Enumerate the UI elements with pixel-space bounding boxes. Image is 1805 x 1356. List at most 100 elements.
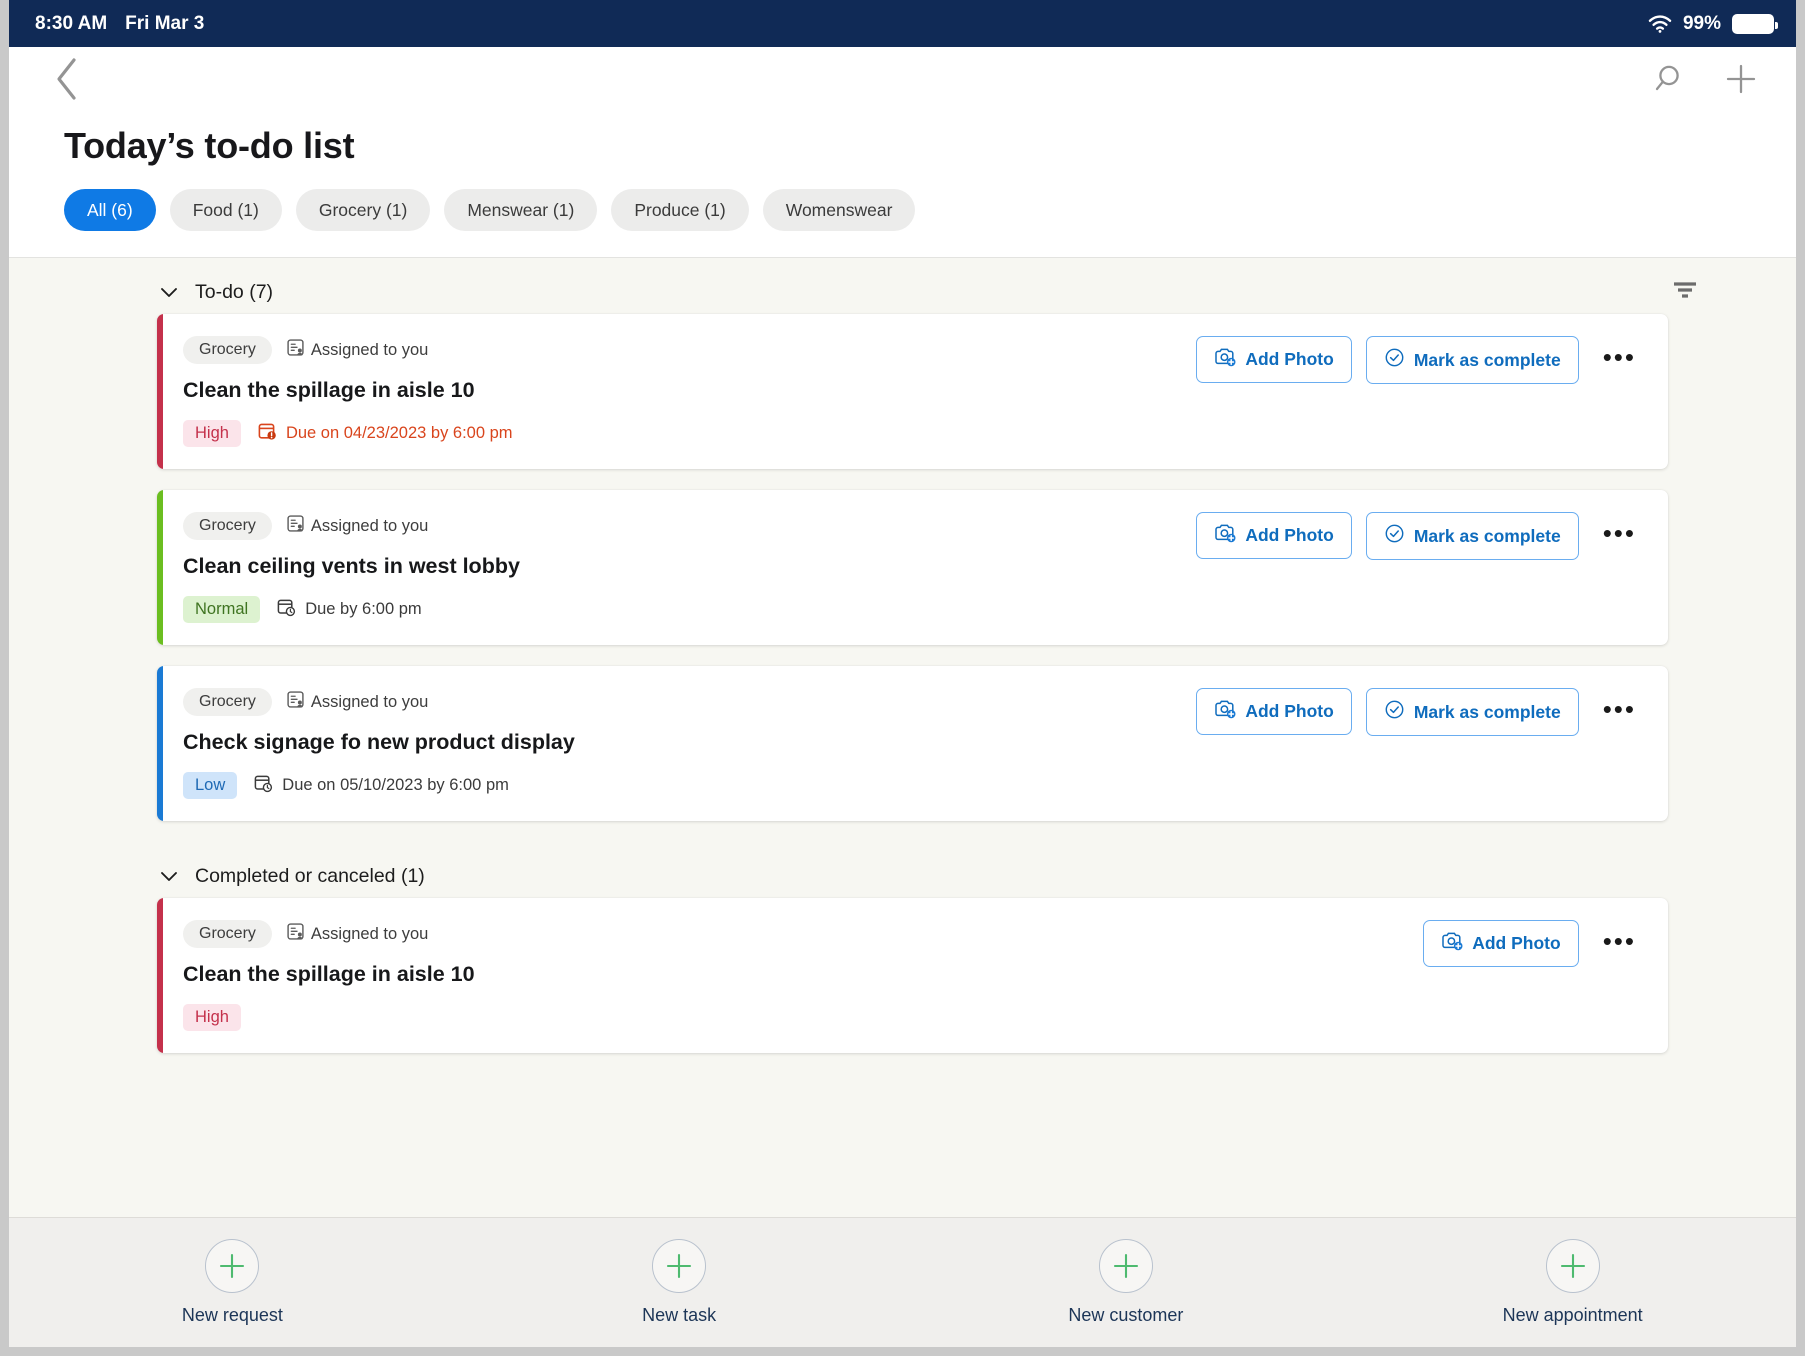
mark-complete-label: Mark as complete xyxy=(1413,349,1561,370)
plus-circle-icon xyxy=(1545,1239,1600,1293)
chip-womenswear[interactable]: Womenswear xyxy=(762,189,916,231)
chip-label: Menswear (1) xyxy=(467,199,575,220)
new-appointment-label: New appointment xyxy=(1502,1305,1643,1325)
priority-accent-bar xyxy=(157,490,163,645)
add-photo-label: Add Photo xyxy=(1245,701,1334,721)
chip-produce[interactable]: Produce (1) xyxy=(611,189,749,231)
due-date: Due by 6:00 pm xyxy=(276,597,422,622)
plus-circle-icon xyxy=(1098,1239,1153,1293)
task-title: Clean ceiling vents in west lobby xyxy=(183,554,520,578)
assigned-task-icon xyxy=(286,338,305,362)
camera-add-icon xyxy=(1214,523,1236,548)
overflow-menu-button[interactable]: ••• xyxy=(1593,338,1642,376)
plus-circle-icon xyxy=(652,1239,707,1293)
back-button[interactable] xyxy=(53,55,95,107)
calendar-clock-icon xyxy=(276,597,296,622)
battery-percent-label: 99% xyxy=(1682,12,1721,34)
completed-card-list: Grocery Assigned to you Clean the spilla… xyxy=(157,898,1668,1053)
assignment-text: Assigned to you xyxy=(310,340,429,359)
battery-icon xyxy=(1732,13,1778,34)
assignment-text: Assigned to you xyxy=(310,692,429,711)
assignment-label: Assigned to you xyxy=(286,690,428,714)
mark-complete-label: Mark as complete xyxy=(1413,525,1561,546)
chevron-down-icon[interactable] xyxy=(157,864,181,888)
overflow-menu-button[interactable]: ••• xyxy=(1593,690,1642,728)
task-card[interactable]: Grocery Assig xyxy=(157,314,1668,469)
mark-complete-button[interactable]: Mark as complete xyxy=(1365,512,1579,560)
new-task-label: New task xyxy=(642,1305,717,1325)
due-date: Due on 05/10/2023 by 6:00 pm xyxy=(253,773,509,798)
add-button[interactable] xyxy=(1724,62,1758,101)
priority-accent-bar xyxy=(157,666,163,821)
check-circle-icon xyxy=(1384,347,1405,373)
chip-label: Womenswear xyxy=(785,199,893,220)
status-bar-date: Fri Mar 3 xyxy=(125,12,205,34)
overflow-menu-button[interactable]: ••• xyxy=(1593,514,1642,552)
due-date-text: Due on 05/10/2023 by 6:00 pm xyxy=(282,776,509,794)
status-bar-time: 8:30 AM xyxy=(35,12,108,34)
camera-add-icon xyxy=(1214,347,1236,372)
priority-badge: High xyxy=(183,1004,241,1031)
chip-label: Food (1) xyxy=(192,199,259,220)
task-card[interactable]: Grocery Assig xyxy=(157,666,1668,821)
new-customer-label: New customer xyxy=(1068,1305,1184,1325)
task-card[interactable]: Grocery Assig xyxy=(157,898,1668,1053)
app-header: Today’s to-do list All (6) Food (1) Groc… xyxy=(9,47,1796,258)
chevron-down-icon[interactable] xyxy=(157,280,181,304)
new-request-button[interactable]: New request xyxy=(9,1239,456,1326)
add-photo-label: Add Photo xyxy=(1245,349,1334,369)
add-photo-label: Add Photo xyxy=(1472,933,1561,953)
task-card[interactable]: Grocery Assig xyxy=(157,490,1668,645)
overflow-menu-button[interactable]: ••• xyxy=(1593,922,1642,960)
mark-complete-button[interactable]: Mark as complete xyxy=(1365,688,1579,736)
todo-card-list: Grocery Assigned to you Clean the spilla… xyxy=(157,314,1668,821)
task-title: Clean the spillage in aisle 10 xyxy=(183,378,475,402)
mark-complete-label: Mark as complete xyxy=(1413,701,1561,722)
priority-accent-bar xyxy=(157,898,163,1053)
mark-complete-button[interactable]: Mark as complete xyxy=(1365,336,1579,384)
plus-icon xyxy=(1724,62,1758,101)
check-circle-icon xyxy=(1384,523,1405,549)
new-customer-button[interactable]: New customer xyxy=(903,1239,1350,1326)
chip-label: Grocery (1) xyxy=(318,199,408,220)
calendar-clock-icon xyxy=(253,773,273,798)
section-title: Completed or canceled (1) xyxy=(195,864,425,887)
chip-label: All (6) xyxy=(87,199,133,220)
camera-add-icon xyxy=(1441,931,1463,956)
assignment-label: Assigned to you xyxy=(286,922,428,946)
filter-button[interactable] xyxy=(1672,281,1698,304)
category-tag: Grocery xyxy=(183,336,272,364)
status-bar: 8:30 AM Fri Mar 3 99% xyxy=(9,0,1796,47)
chip-food[interactable]: Food (1) xyxy=(169,189,282,231)
chip-grocery[interactable]: Grocery (1) xyxy=(295,189,431,231)
plus-circle-icon xyxy=(205,1239,260,1293)
category-tag: Grocery xyxy=(183,920,272,948)
assigned-task-icon xyxy=(286,922,305,946)
add-photo-button[interactable]: Add Photo xyxy=(1196,336,1352,383)
check-circle-icon xyxy=(1384,699,1405,725)
calendar-alert-icon xyxy=(257,421,277,446)
search-button[interactable] xyxy=(1650,62,1684,101)
section-header-completed: Completed or canceled (1) xyxy=(157,842,1698,898)
new-task-button[interactable]: New task xyxy=(456,1239,903,1326)
assigned-task-icon xyxy=(286,690,305,714)
new-request-label: New request xyxy=(181,1305,283,1325)
page-title: Today’s to-do list xyxy=(64,125,355,166)
task-title: Clean the spillage in aisle 10 xyxy=(183,962,475,986)
task-title: Check signage fo new product display xyxy=(183,730,575,754)
category-tag: Grocery xyxy=(183,512,272,540)
chip-menswear[interactable]: Menswear (1) xyxy=(444,189,598,231)
add-photo-button[interactable]: Add Photo xyxy=(1423,920,1579,967)
assignment-text: Assigned to you xyxy=(310,924,429,943)
chip-label: Produce (1) xyxy=(634,199,726,220)
assignment-text: Assigned to you xyxy=(310,516,429,535)
new-appointment-button[interactable]: New appointment xyxy=(1349,1239,1796,1326)
chip-all[interactable]: All (6) xyxy=(64,189,156,231)
category-filter-chips: All (6) Food (1) Grocery (1) Menswear (1… xyxy=(9,167,1796,257)
add-photo-button[interactable]: Add Photo xyxy=(1196,688,1352,735)
assignment-label: Assigned to you xyxy=(286,338,428,362)
due-date-text: Due by 6:00 pm xyxy=(305,600,422,618)
add-photo-button[interactable]: Add Photo xyxy=(1196,512,1352,559)
priority-badge: Normal xyxy=(183,596,261,623)
tablet-screen: 8:30 AM Fri Mar 3 99% Today’s to-do list… xyxy=(0,0,1805,1356)
